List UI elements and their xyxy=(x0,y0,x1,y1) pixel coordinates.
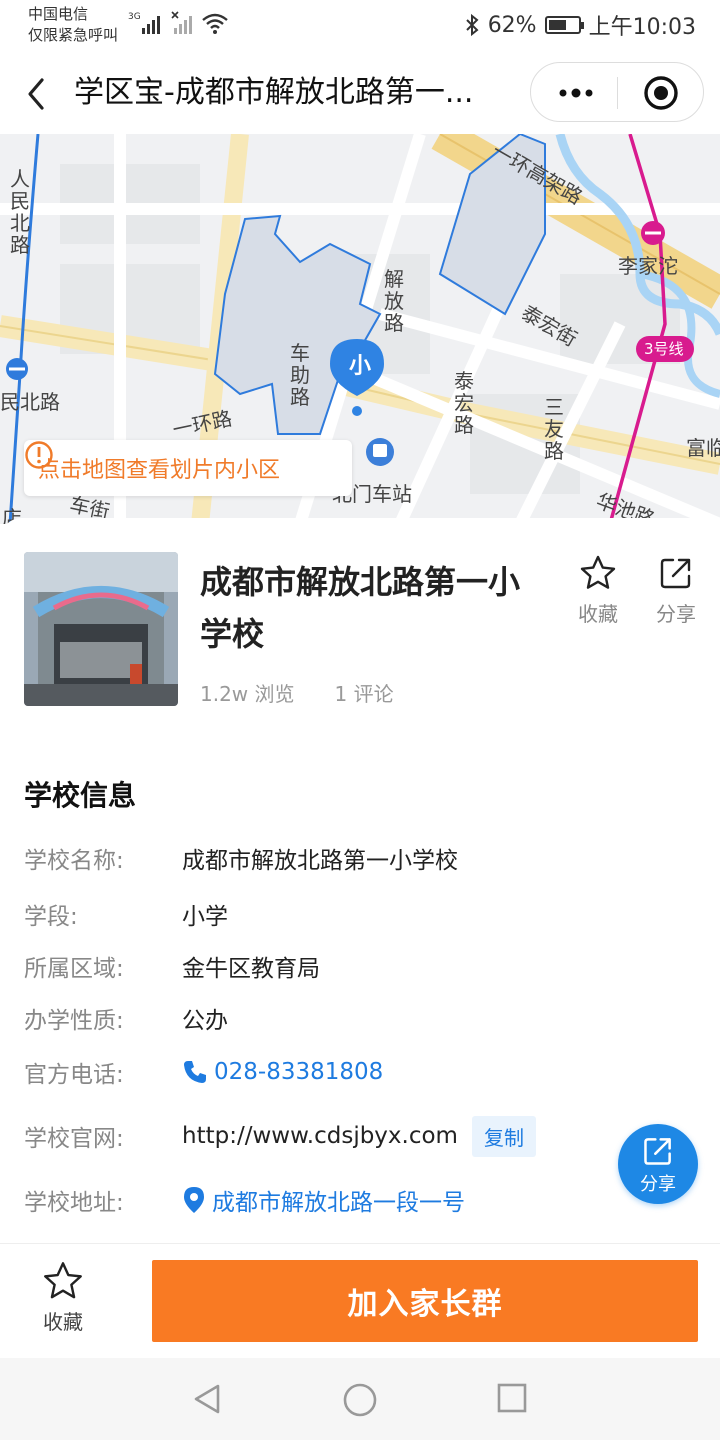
school-stats: 1.2w 浏览 1 评论 xyxy=(200,678,394,707)
share-icon xyxy=(660,558,691,589)
nav-back-icon[interactable] xyxy=(190,1382,224,1416)
bottom-action-bar: 收藏 加入家长群 xyxy=(0,1243,720,1358)
system-navigation-bar xyxy=(0,1358,720,1440)
bluetooth-icon xyxy=(465,13,479,37)
phone-icon xyxy=(184,1061,206,1083)
copy-button[interactable]: 复制 xyxy=(471,1115,536,1157)
map-label-lijiatuo: 李家沱 xyxy=(618,254,678,278)
more-icon[interactable] xyxy=(551,73,601,113)
info-row-type: 办学性质: 公办 xyxy=(24,998,228,1038)
battery-fill xyxy=(548,20,566,30)
section-title: 学校信息 xyxy=(24,779,137,812)
battery-icon xyxy=(544,16,584,34)
map-label-fu: 富临 xyxy=(686,436,720,460)
map-label-sanyou: 三友路 xyxy=(544,395,564,463)
battery-percent: 62% xyxy=(487,12,537,38)
info-key: 学校名称: xyxy=(24,848,124,874)
phone-number: 028-83381808 xyxy=(214,1059,384,1085)
map-label-line3: 3号线 xyxy=(644,340,684,358)
favorite-button[interactable]: 收藏 xyxy=(568,554,628,627)
map-tip-text: 点击地图查看划片内小区 xyxy=(38,458,281,483)
clock: 上午10:03 xyxy=(588,15,696,40)
map-label-renmin: 人民北路 xyxy=(10,167,30,257)
info-key: 学段: xyxy=(24,904,78,930)
info-value: 公办 xyxy=(182,1008,228,1034)
location-icon xyxy=(184,1187,204,1213)
map-label-cheqi: 车助路 xyxy=(290,341,310,409)
info-value: 小学 xyxy=(182,904,228,930)
share-icon xyxy=(644,1138,671,1165)
info-key: 学校地址: xyxy=(24,1190,124,1216)
bottom-favorite-label: 收藏 xyxy=(43,1310,83,1334)
page-title: 学区宝-成都市解放北路第一... xyxy=(74,75,474,110)
share-label: 分享 xyxy=(656,602,696,626)
floating-share-label: 分享 xyxy=(640,1174,676,1195)
map-label-minbei: 民北路 xyxy=(0,390,60,414)
map-label-jiefang: 解放路 xyxy=(384,267,404,335)
address-link[interactable]: 成都市解放北路一段一号 xyxy=(182,1183,465,1217)
school-name: 成都市解放北路第一小学校 xyxy=(200,563,521,653)
nav-bar: 学区宝-成都市解放北路第一... xyxy=(0,52,720,134)
school-photo[interactable] xyxy=(24,552,178,706)
map-tip[interactable]: 点击地图查看划片内小区 xyxy=(24,440,352,496)
carrier-info: 中国电信 仅限紧急呼叫 xyxy=(28,4,118,46)
share-button[interactable]: 分享 xyxy=(646,554,706,627)
website-url: http://www.cdsjbyx.com xyxy=(182,1123,458,1149)
nav-recents-icon[interactable] xyxy=(496,1382,528,1414)
info-row-district: 所属区域: 金牛区教育局 xyxy=(24,946,320,986)
info-key: 办学性质: xyxy=(24,1008,124,1034)
map-label-taihong-lu: 泰宏路 xyxy=(454,369,474,437)
star-icon xyxy=(580,555,616,589)
signal-icon: 3G xyxy=(128,12,160,34)
network-type: 3G xyxy=(128,12,141,22)
capsule-divider xyxy=(617,77,618,109)
signal-off-icon xyxy=(171,11,192,34)
info-row-website: 学校官网: http://www.cdsjbyx.com 复制 xyxy=(24,1115,536,1157)
nav-home-icon[interactable] xyxy=(342,1382,378,1418)
info-row-stage: 学段: 小学 xyxy=(24,894,228,934)
school-district-map[interactable]: 人民北路 民北路 一环路 一环高架路 李家沱 3号线 泰宏街 解放路 车助路 泰… xyxy=(0,134,720,524)
back-icon[interactable] xyxy=(22,74,52,114)
bottom-favorite-button[interactable]: 收藏 xyxy=(30,1260,96,1335)
map-pin-label: 小 xyxy=(349,354,372,379)
views-count: 1.2w 浏览 xyxy=(200,682,295,706)
info-row-address: 学校地址: 成都市解放北路一段一号 xyxy=(24,1180,465,1220)
address-text: 成都市解放北路一段一号 xyxy=(212,1190,465,1216)
status-bar: 中国电信 仅限紧急呼叫 3G 62% 上午10:03 xyxy=(0,0,720,52)
mini-program-capsule xyxy=(530,62,704,122)
info-row-name: 学校名称: 成都市解放北路第一小学校 xyxy=(24,838,458,878)
join-parent-group-button[interactable]: 加入家长群 xyxy=(152,1260,698,1342)
info-icon xyxy=(25,441,53,469)
star-icon xyxy=(44,1262,82,1299)
carrier-status: 仅限紧急呼叫 xyxy=(28,26,119,44)
favorite-label: 收藏 xyxy=(578,602,618,626)
info-key: 所属区域: xyxy=(24,956,124,982)
info-key: 官方电话: xyxy=(24,1062,124,1088)
comments-count[interactable]: 1 评论 xyxy=(335,678,394,707)
info-key: 学校官网: xyxy=(24,1126,124,1152)
school-card: 成都市解放北路第一小学校 1.2w 浏览 1 评论 收藏 分享 学校信息 学校名… xyxy=(0,518,720,1243)
info-value: 成都市解放北路第一小学校 xyxy=(182,848,458,874)
info-value: 金牛区教育局 xyxy=(182,956,320,982)
phone-link[interactable]: 028-83381808 xyxy=(182,1059,383,1085)
wifi-icon xyxy=(202,13,228,34)
status-right: 62% 上午10:03 xyxy=(464,10,696,40)
carrier-name: 中国电信 xyxy=(28,5,89,23)
target-icon[interactable] xyxy=(643,75,679,111)
floating-share-button[interactable]: 分享 xyxy=(618,1124,698,1204)
info-row-phone: 官方电话: 028-83381808 xyxy=(24,1052,383,1092)
